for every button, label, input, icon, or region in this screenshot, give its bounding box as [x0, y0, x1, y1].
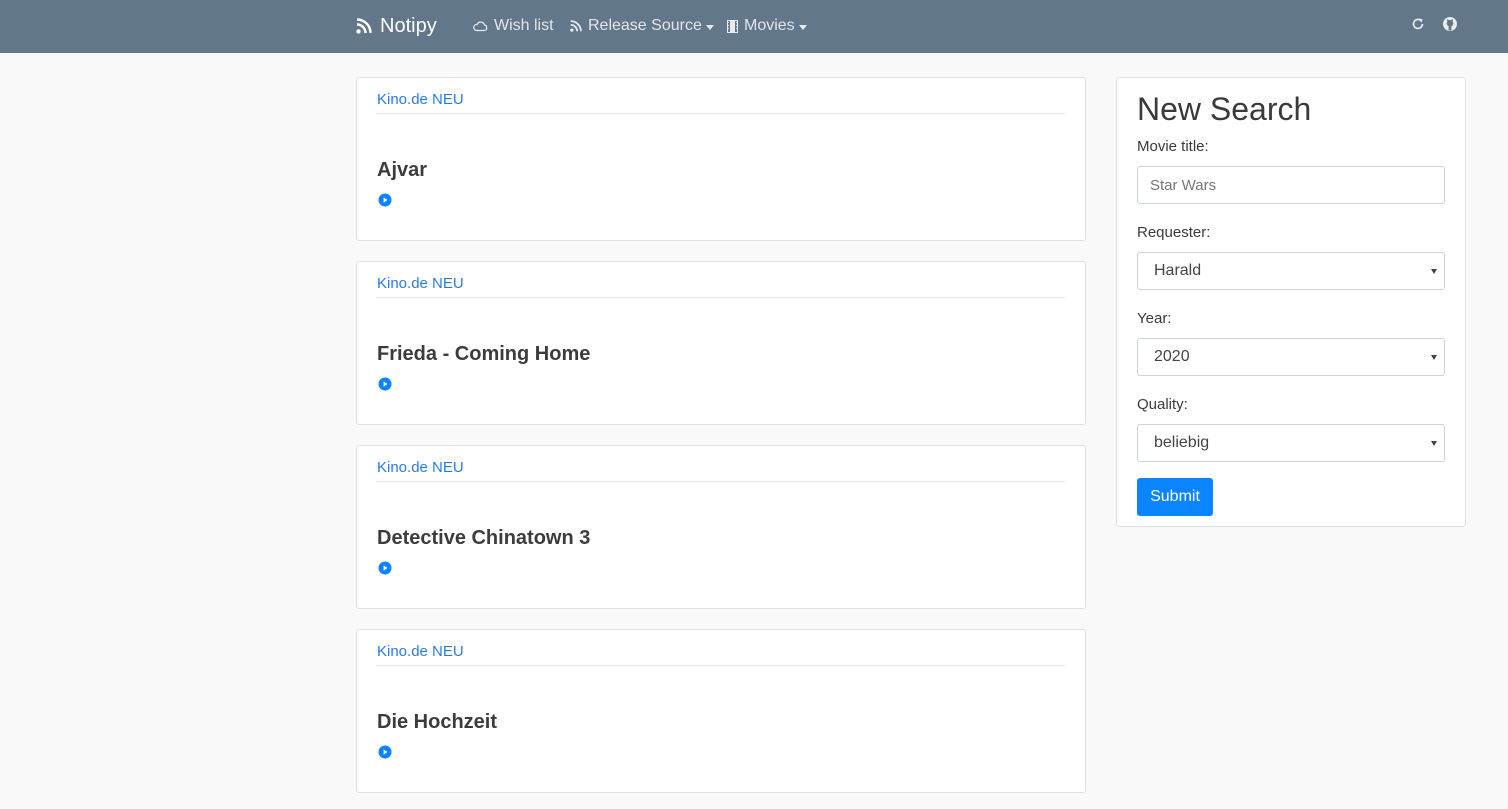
github-icon: [1443, 17, 1457, 31]
requester-value: Harald: [1154, 262, 1202, 279]
chevron-down-icon: [705, 24, 714, 30]
release-title: Ajvar: [377, 159, 428, 181]
search-heading: New Search: [1137, 91, 1312, 127]
release-card: Kino.de NEU Detective Chinatown 3: [356, 445, 1086, 609]
chevron-down-icon: [1431, 441, 1437, 446]
brand-link[interactable]: Notipy: [356, 11, 437, 41]
quality-select[interactable]: beliebig: [1137, 424, 1445, 462]
chevron-down-icon: [798, 24, 807, 30]
release-card: Kino.de NEU Frieda - Coming Home: [356, 261, 1086, 425]
nav-release-source-dropdown[interactable]: Release Source: [570, 14, 714, 38]
release-card: Kino.de NEU Die Hochzeit: [356, 629, 1086, 793]
requester-select[interactable]: Harald: [1137, 252, 1445, 290]
divider: [376, 665, 1065, 666]
nav-movies-label: Movies: [744, 17, 795, 34]
year-select[interactable]: 2020: [1137, 338, 1445, 376]
requester-label: Requester:: [1137, 224, 1211, 241]
refresh-button[interactable]: [1409, 15, 1427, 33]
quality-value: beliebig: [1154, 434, 1210, 451]
play-circle-icon[interactable]: [378, 193, 392, 207]
nav-movies-dropdown[interactable]: Movies: [727, 14, 807, 38]
play-circle-icon[interactable]: [378, 745, 392, 759]
release-title: Detective Chinatown 3: [377, 527, 591, 549]
submit-button[interactable]: Submit: [1137, 478, 1213, 516]
brand-name: Notipy: [380, 14, 437, 37]
quality-label: Quality:: [1137, 396, 1188, 413]
divider: [376, 113, 1065, 114]
release-source-link[interactable]: Kino.de NEU: [377, 459, 464, 476]
nav-wish-list[interactable]: Wish list: [473, 14, 554, 38]
year-label: Year:: [1137, 310, 1172, 327]
github-link[interactable]: [1441, 15, 1459, 33]
cloud-icon: [473, 21, 488, 32]
release-source-link[interactable]: Kino.de NEU: [377, 91, 464, 108]
release-source-link[interactable]: Kino.de NEU: [377, 643, 464, 660]
release-title: Frieda - Coming Home: [377, 343, 591, 365]
release-title: Die Hochzeit: [377, 711, 498, 733]
movie-title-input[interactable]: [1137, 166, 1445, 204]
refresh-icon: [1412, 18, 1424, 30]
chevron-down-icon: [1431, 355, 1437, 360]
year-value: 2020: [1154, 348, 1190, 365]
play-circle-icon[interactable]: [378, 377, 392, 391]
release-card: Kino.de NEU Ajvar: [356, 77, 1086, 241]
rss-icon: [570, 20, 582, 32]
new-search-panel: New Search Movie title: Requester: Haral…: [1116, 77, 1466, 527]
chevron-down-icon: [1431, 269, 1437, 274]
nav-release-source-label: Release Source: [588, 17, 702, 34]
divider: [376, 481, 1065, 482]
nav-wish-list-label: Wish list: [494, 17, 554, 34]
navbar: Notipy Wish list Release Source Movies: [0, 0, 1508, 53]
release-source-link[interactable]: Kino.de NEU: [377, 275, 464, 292]
play-circle-icon[interactable]: [378, 561, 392, 575]
movie-title-label: Movie title:: [1137, 138, 1209, 155]
film-icon: [727, 19, 738, 33]
rss-icon: [356, 18, 372, 34]
divider: [376, 297, 1065, 298]
